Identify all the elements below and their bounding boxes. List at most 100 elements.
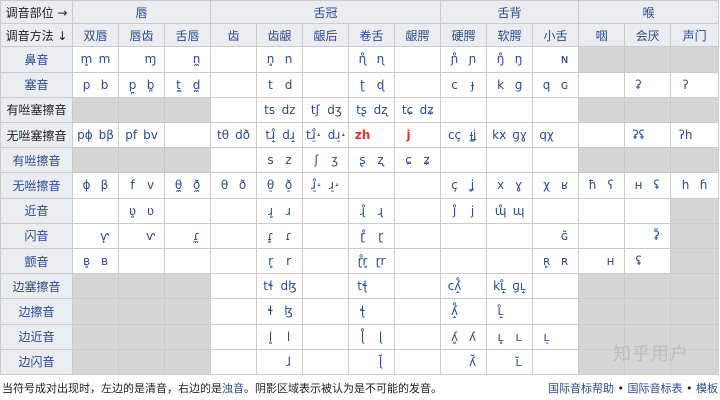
voiced-symbol[interactable]: ð (237, 178, 249, 192)
voiced-symbol[interactable]: dɹ̠˔ (328, 128, 347, 142)
voiceless-symbol[interactable]: ʡʢ (632, 128, 644, 142)
voiced-symbol[interactable]: ɾ (283, 229, 295, 243)
voiced-symbol[interactable]: ʝ (467, 178, 479, 192)
manner-label[interactable]: 有咝擦音 (0, 147, 73, 174)
voiced-symbol[interactable]: dɹ̝ (282, 128, 295, 142)
voiceless-symbol[interactable]: tʃ (309, 103, 321, 117)
voiceless-symbol[interactable]: ʈ (357, 78, 369, 92)
voiced-symbol[interactable]: ɹ (283, 204, 295, 218)
voiced-symbol[interactable]: ɣ (513, 178, 525, 192)
voiceless-symbol[interactable]: c (449, 78, 461, 92)
voiceless-symbol[interactable]: zh (355, 128, 371, 142)
voiced-symbol[interactable]: ð̠ (283, 178, 295, 192)
manner-label[interactable]: 鼻音 (0, 46, 73, 73)
manner-label[interactable]: 无咝擦音 (0, 172, 73, 199)
voiceless-symbol[interactable]: ʔh (679, 128, 693, 142)
voiceless-symbol[interactable]: χ (541, 178, 553, 192)
voiceless-symbol[interactable]: ɬ (265, 304, 277, 318)
voiced-symbol[interactable]: j (467, 204, 479, 218)
subplace-label[interactable]: 唇齿 (118, 23, 165, 48)
voiced-symbol[interactable]: ɭ (375, 330, 387, 344)
subplace-label[interactable]: 硬腭 (440, 23, 488, 48)
subplace-label[interactable]: 齿龈 (256, 23, 304, 48)
ipa-help-link[interactable]: 国际音标帮助 (548, 382, 614, 395)
subplace-label[interactable]: 卷舌 (348, 23, 396, 48)
voiced-symbol[interactable]: b (99, 78, 111, 92)
voiceless-symbol[interactable]: pf (125, 128, 137, 142)
voiced-symbol[interactable]: ɦ (698, 178, 710, 192)
voiced-symbol[interactable]: n (283, 52, 295, 66)
voiceless-symbol[interactable]: ʟ̠ (541, 330, 553, 344)
voiced-symbol[interactable]: ɟʝ (467, 128, 479, 142)
voiced-symbol[interactable]: v (145, 178, 157, 192)
voiced-symbol[interactable]: ɻ (375, 204, 387, 218)
voiceless-symbol[interactable]: t̼ (173, 78, 185, 92)
voiceless-symbol[interactable]: x (495, 178, 507, 192)
voiceless-symbol[interactable]: ʙ̥ (81, 254, 93, 268)
voiced-symbol[interactable]: β (99, 178, 111, 192)
voiced-symbol[interactable]: ʢ (651, 178, 663, 192)
manner-label[interactable]: 颤音 (0, 247, 73, 275)
voiceless-symbol[interactable]: ʡ (633, 78, 645, 92)
voiceless-symbol[interactable]: f (127, 178, 139, 192)
voiced-symbol[interactable]: ɡʟ̝ (512, 279, 526, 293)
voiced-symbol[interactable]: ɢ̆ (559, 229, 571, 243)
template-link[interactable]: 模板 (696, 382, 718, 395)
voiceless-symbol[interactable]: tɹ̝̊ (264, 128, 276, 142)
voiceless-symbol[interactable]: tθ (217, 128, 229, 142)
voiceless-symbol[interactable]: ʎ̝̊ (449, 304, 461, 318)
voiceless-symbol[interactable]: ʟ̥ (495, 330, 507, 344)
voiceless-symbol[interactable]: tɹ̠̊˔ (306, 128, 322, 142)
voiced-symbol[interactable]: l (283, 330, 295, 344)
subplace-label[interactable]: 双唇 (72, 23, 119, 48)
voiced-symbol[interactable]: ɳ (375, 52, 387, 66)
voiceless-symbol[interactable]: ħ (587, 178, 599, 192)
voiceless-symbol[interactable]: ɻ̊ (357, 204, 369, 218)
manner-label[interactable]: 边近音 (0, 323, 73, 350)
voiceless-symbol[interactable]: ɹ̥ (265, 204, 277, 218)
voiced-symbol[interactable]: ɰ (513, 204, 525, 218)
voiceless-symbol[interactable]: tʂ (356, 103, 368, 117)
voiced-symbol[interactable]: m (99, 52, 111, 66)
voiceless-symbol[interactable]: kx (492, 128, 506, 142)
voiceless-symbol[interactable]: ɸ (81, 178, 93, 192)
voiceless-symbol[interactable]: ʃ (311, 153, 323, 167)
manner-label[interactable]: 有咝塞擦音 (0, 96, 73, 123)
voiceless-symbol[interactable]: ɽ̊r̥ (357, 254, 369, 268)
voiceless-symbol[interactable]: t (265, 78, 277, 92)
voiceless-symbol[interactable]: ʔ (680, 78, 692, 92)
voiced-symbol[interactable]: dɮ (280, 279, 296, 293)
voiced-symbol[interactable]: ʁ (559, 178, 571, 192)
subplace-label[interactable]: 龈后 (302, 23, 350, 48)
voiceless-symbol[interactable]: tꞎ (357, 279, 369, 293)
voiced-symbol[interactable]: n̼ (191, 52, 203, 66)
voiced-symbol[interactable]: ʐ (375, 153, 387, 167)
manner-label[interactable]: 闪音 (0, 222, 73, 249)
voiceless-symbol[interactable]: ŋ̊ (495, 52, 507, 66)
voiced-symbol[interactable]: z (283, 153, 295, 167)
voiceless-symbol[interactable]: pɸ (77, 128, 93, 142)
voiceless-symbol[interactable]: p̪ (127, 78, 139, 92)
voiceless-symbol[interactable]: ʂ (357, 153, 369, 167)
voiced-symbol[interactable]: ɴ (559, 52, 571, 66)
manner-label[interactable]: 塞音 (0, 71, 73, 98)
manner-label[interactable]: 边塞擦音 (0, 273, 73, 300)
voiceless-symbol[interactable]: j̊ (449, 204, 461, 218)
voiced-link[interactable]: 浊音 (222, 382, 244, 395)
place-coronal[interactable]: 舌冠 (210, 0, 442, 25)
voiced-symbol[interactable]: ʟ (513, 330, 525, 344)
voiceless-symbol[interactable]: ʢ (633, 254, 645, 268)
manner-label[interactable]: 边闪音 (0, 348, 73, 376)
voiced-symbol[interactable]: dʐ (374, 103, 388, 117)
voiced-symbol[interactable]: ʎ (467, 330, 479, 344)
voiceless-symbol[interactable]: ꞎ (357, 304, 369, 318)
subplace-label[interactable]: 软腭 (486, 23, 534, 48)
voiceless-symbol[interactable]: ɾ̥ (265, 229, 277, 243)
voiced-symbol[interactable]: r (283, 254, 295, 268)
voiceless-symbol[interactable]: kʟ̝̊ (493, 279, 506, 293)
subplace-label[interactable]: 齿 (210, 23, 258, 48)
voiced-symbol[interactable]: ð̼ (191, 178, 203, 192)
subplace-label[interactable]: 小舌 (532, 23, 580, 48)
voiced-symbol[interactable]: ɽr (375, 254, 387, 268)
voiceless-symbol[interactable]: ɭ̊ (357, 330, 369, 344)
